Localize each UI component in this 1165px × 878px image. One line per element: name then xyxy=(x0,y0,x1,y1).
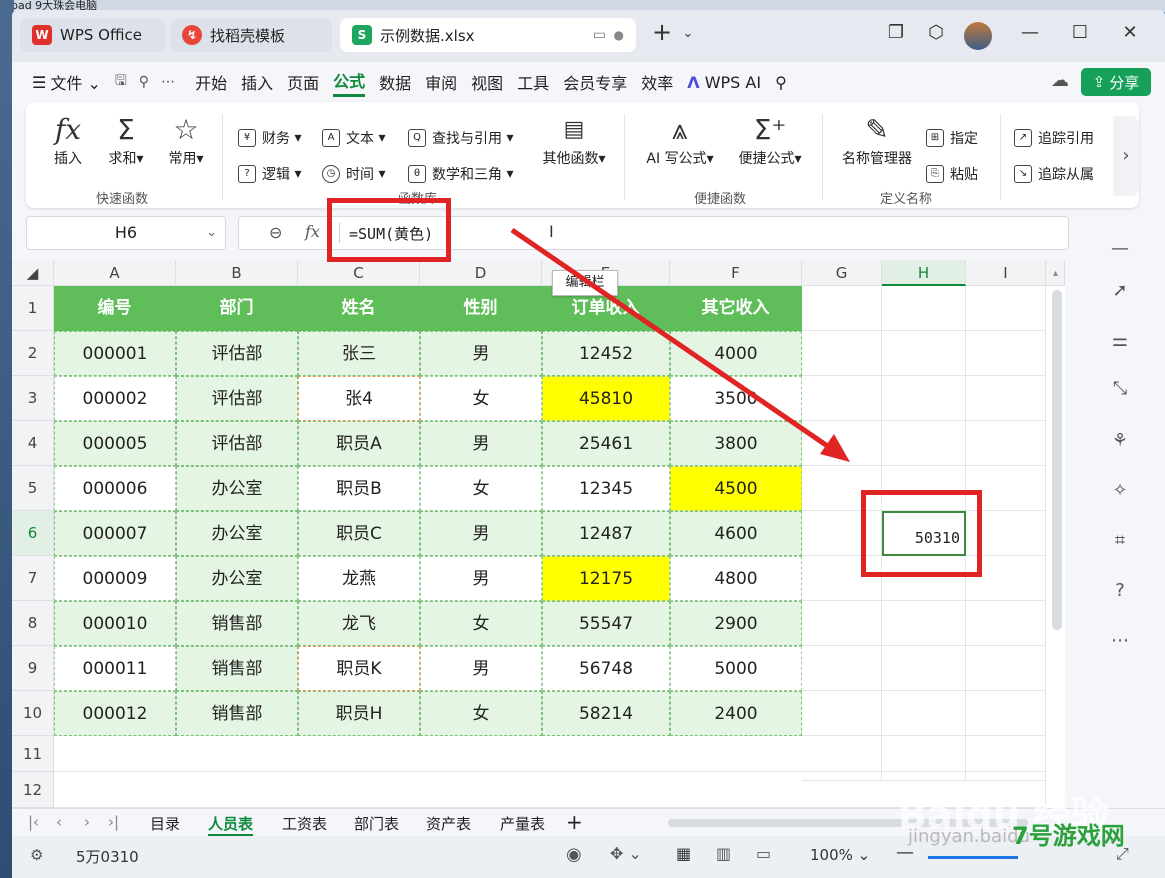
site-logo-watermark: 7号游戏网 xyxy=(1012,822,1125,850)
annotation-arrow xyxy=(510,227,850,462)
wps-window: W WPS Office ↯ 找稻壳模板 S 示例数据.xlsx ▭ ● + ⌄… xyxy=(12,10,1165,878)
